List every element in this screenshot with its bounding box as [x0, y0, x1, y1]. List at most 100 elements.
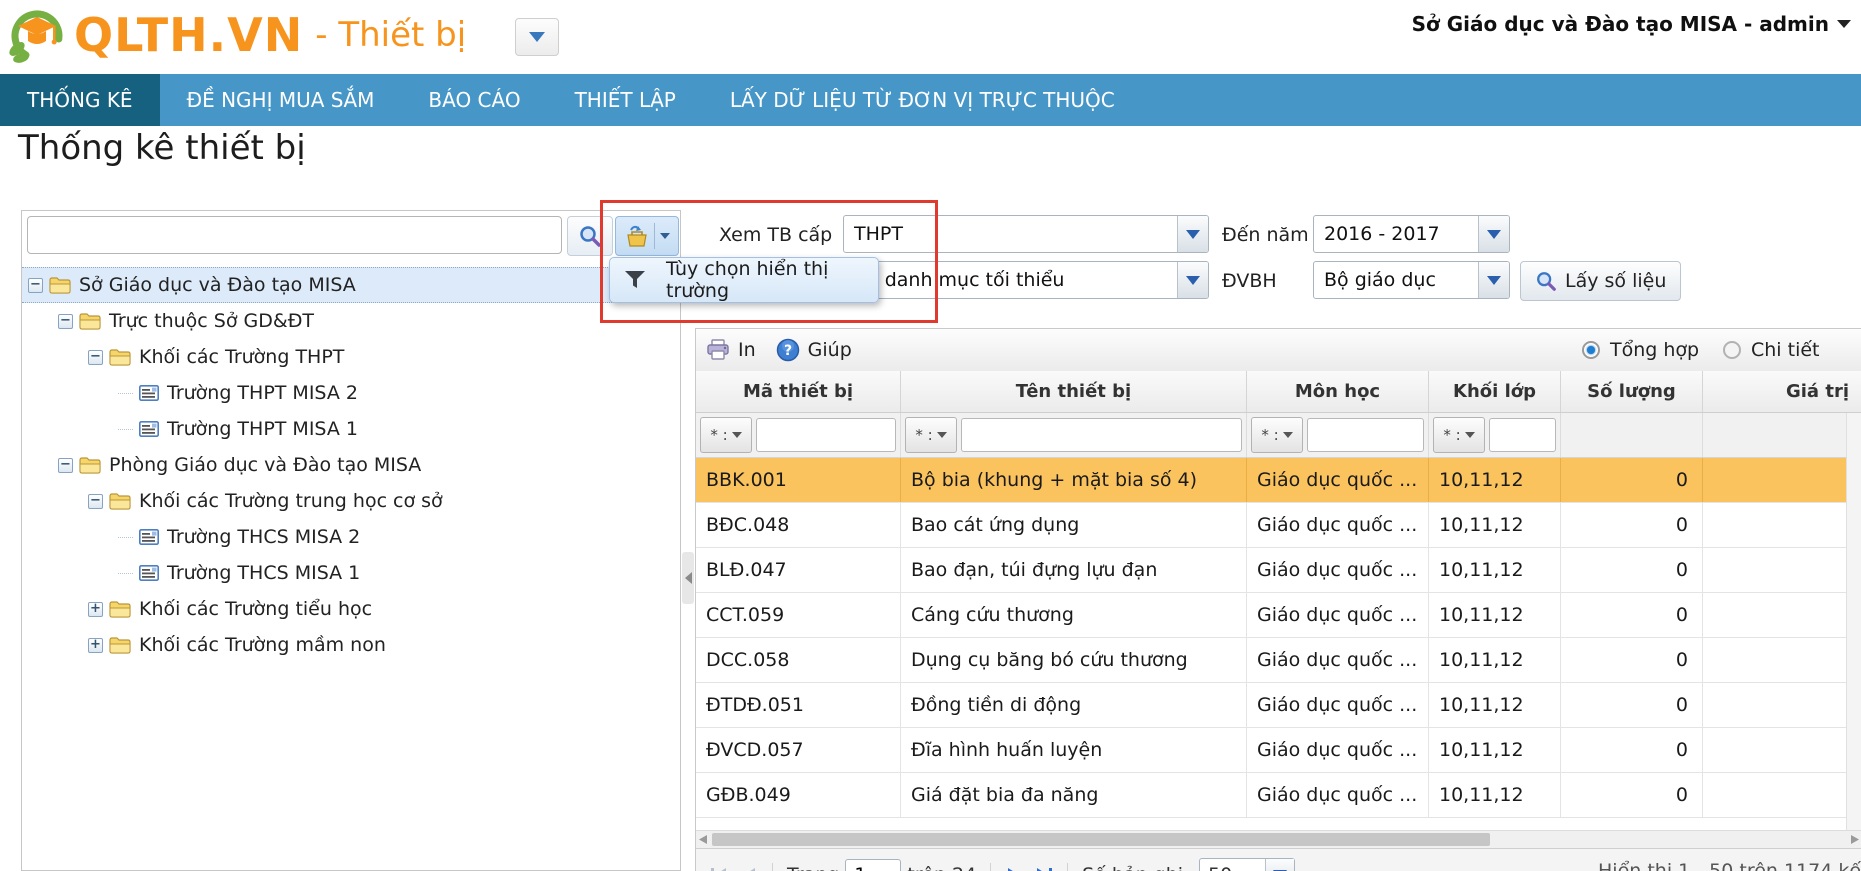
scrollbar-thumb[interactable] — [712, 833, 1490, 846]
table-row[interactable]: GĐB.049 Giá đặt bia đa năng Giáo dục quốc … — [696, 773, 1861, 818]
table-row[interactable]: BLĐ.047 Bao đạn, túi đựng lựu đạn Giáo dục… — [696, 548, 1861, 593]
tree-item-label: Khối các Trường mầm non — [139, 634, 386, 656]
radio-summary[interactable]: Tổng hợp — [1582, 339, 1699, 361]
tree-tools-dropdown-button[interactable] — [615, 216, 679, 256]
to-year-value: 2016 - 2017 — [1324, 223, 1440, 245]
prev-page-button[interactable] — [734, 860, 764, 871]
catalog-combobox[interactable]: Bộ danh mục tối thiểu — [843, 261, 1209, 299]
page-number-input[interactable] — [845, 858, 902, 871]
filter-input-0[interactable] — [756, 418, 896, 452]
expand-toggle-icon[interactable]: + — [88, 637, 103, 653]
first-page-button[interactable] — [704, 860, 734, 871]
cell-code: BĐC.048 — [696, 503, 901, 547]
tree-connector — [118, 428, 133, 430]
vertical-scrollbar[interactable] — [1846, 413, 1861, 830]
cell-grades: 10,11,12 — [1429, 728, 1561, 772]
nav-item-0[interactable]: THỐNG KÊ — [0, 74, 160, 126]
nav-item-4[interactable]: LẤY DỮ LIỆU TỪ ĐƠN VỊ TRỰC THUỘC — [703, 74, 1142, 126]
column-header-4[interactable]: Số lượng — [1561, 371, 1703, 412]
column-header-5[interactable]: Giá trị — [1703, 371, 1861, 412]
prev-page-icon — [749, 867, 755, 871]
user-menu-label: Sở Giáo dục và Đào tạo MISA - admin — [1411, 12, 1829, 36]
tree-item-0[interactable]: − Sở Giáo dục và Đào tạo MISA — [22, 267, 680, 303]
records-per-page-combobox[interactable]: 50 — [1199, 857, 1296, 871]
combo-trigger[interactable] — [1265, 858, 1295, 871]
tree-search-button[interactable] — [567, 216, 613, 256]
combo-trigger[interactable] — [1177, 216, 1208, 252]
last-page-button[interactable] — [1029, 860, 1059, 871]
filter-input-3[interactable] — [1489, 418, 1556, 452]
toolbox-icon — [626, 225, 647, 247]
nav-item-1[interactable]: ĐỀ NGHỊ MUA SẮM — [160, 74, 402, 126]
panel-splitter[interactable] — [682, 552, 694, 604]
tree-item-2[interactable]: − Khối các Trường THPT — [22, 339, 680, 375]
column-header-0[interactable]: Mã thiết bị — [696, 371, 901, 412]
qlth-logo-icon — [9, 10, 63, 63]
help-button[interactable]: ? Giúp — [766, 338, 862, 362]
folder-icon — [109, 492, 131, 510]
collapse-toggle-icon[interactable]: − — [88, 493, 103, 509]
filter-operator-button[interactable]: * : — [700, 417, 752, 453]
search-icon — [580, 226, 601, 247]
cell-name: Dụng cụ băng bó cứu thương — [901, 638, 1247, 682]
table-row[interactable]: BĐC.048 Bao cát ứng dụng Giáo dục quốc ...… — [696, 503, 1861, 548]
horizontal-scrollbar[interactable] — [696, 830, 1861, 848]
nav-item-3[interactable]: THIẾT LẬP — [548, 74, 703, 126]
print-button[interactable]: In — [696, 339, 766, 361]
filter-operator-button[interactable]: * : — [1251, 417, 1303, 453]
filter-operator-button[interactable]: * : — [905, 417, 957, 453]
view-level-combobox[interactable]: THPT — [843, 215, 1209, 253]
column-header-2[interactable]: Môn học — [1247, 371, 1429, 412]
to-year-combobox[interactable]: 2016 - 2017 — [1313, 215, 1510, 253]
grid-header-row: Mã thiết bị Tên thiết bị Môn học Khối lớp Số… — [696, 371, 1861, 413]
filter-input-2[interactable] — [1307, 418, 1424, 452]
tree-item-1[interactable]: − Trực thuộc Sở GD&ĐT — [22, 303, 680, 339]
scroll-right-icon[interactable] — [1848, 833, 1861, 846]
page-label: Trang — [787, 864, 839, 871]
filter-input-1[interactable] — [961, 418, 1242, 452]
column-header-1[interactable]: Tên thiết bị — [901, 371, 1247, 412]
tree-item-5[interactable]: − Phòng Giáo dục và Đào tạo MISA — [22, 447, 680, 483]
cell-name: Bao cát ứng dụng — [901, 503, 1247, 547]
tree-item-7[interactable]: Trường THCS MISA 2 — [22, 519, 680, 555]
tree-item-10[interactable]: + Khối các Trường mầm non — [22, 627, 680, 663]
tree-search-input[interactable] — [27, 216, 562, 254]
get-data-label: Lấy số liệu — [1565, 270, 1667, 292]
next-page-button[interactable] — [999, 860, 1029, 871]
records-per-page-label: Số bản ghi — [1082, 864, 1183, 871]
dvbh-combobox[interactable]: Bộ giáo dục — [1313, 261, 1510, 299]
school-node-icon — [139, 529, 159, 545]
get-data-button[interactable]: Lấy số liệu — [1520, 261, 1682, 301]
field-display-options-menu-item[interactable]: Tùy chọn hiển thị trường — [609, 257, 879, 303]
nav-item-2[interactable]: BÁO CÁO — [401, 74, 547, 126]
collapse-toggle-icon[interactable]: − — [28, 277, 43, 293]
tree-item-8[interactable]: Trường THCS MISA 1 — [22, 555, 680, 591]
scroll-left-icon[interactable] — [696, 833, 710, 846]
table-row[interactable]: ĐVCD.057 Đĩa hình huấn luyện Giáo dục quốc… — [696, 728, 1861, 773]
tree-item-label: Khối các Trường THPT — [139, 346, 345, 368]
expand-toggle-icon[interactable]: + — [88, 601, 103, 617]
collapse-toggle-icon[interactable]: − — [58, 313, 73, 329]
user-menu[interactable]: Sở Giáo dục và Đào tạo MISA - admin — [1412, 12, 1851, 36]
combo-trigger[interactable] — [1177, 262, 1208, 298]
table-row[interactable]: ĐTDĐ.051 Đồng tiền di động Giáo dục quốc .… — [696, 683, 1861, 728]
tree-item-6[interactable]: − Khối các Trường trung học cơ sở — [22, 483, 680, 519]
filter-operator-button[interactable]: * : — [1433, 417, 1485, 453]
column-header-3[interactable]: Khối lớp — [1429, 371, 1561, 412]
table-row[interactable]: DCC.058 Dụng cụ băng bó cứu thương Giáo dụ… — [696, 638, 1861, 683]
table-row[interactable]: BBK.001 Bộ bia (khung + mặt bia số 4) Giáo… — [696, 458, 1861, 503]
combo-trigger[interactable] — [1478, 216, 1509, 252]
collapse-toggle-icon[interactable]: − — [58, 457, 73, 473]
radio-summary-label: Tổng hợp — [1610, 339, 1700, 361]
table-row[interactable]: CCT.059 Cáng cứu thương Giáo dục quốc ... 1… — [696, 593, 1861, 638]
combo-trigger[interactable] — [1478, 262, 1509, 298]
tree-item-3[interactable]: Trường THPT MISA 2 — [22, 375, 680, 411]
cell-qty: 0 — [1561, 458, 1703, 502]
tree-item-9[interactable]: + Khối các Trường tiểu học — [22, 591, 680, 627]
radio-detail[interactable]: Chi tiết — [1723, 339, 1820, 361]
cell-name: Cáng cứu thương — [901, 593, 1247, 637]
last-page-icon — [1037, 867, 1053, 871]
collapse-toggle-icon[interactable]: − — [88, 349, 103, 365]
module-switcher-button[interactable] — [515, 18, 559, 56]
tree-item-4[interactable]: Trường THPT MISA 1 — [22, 411, 680, 447]
